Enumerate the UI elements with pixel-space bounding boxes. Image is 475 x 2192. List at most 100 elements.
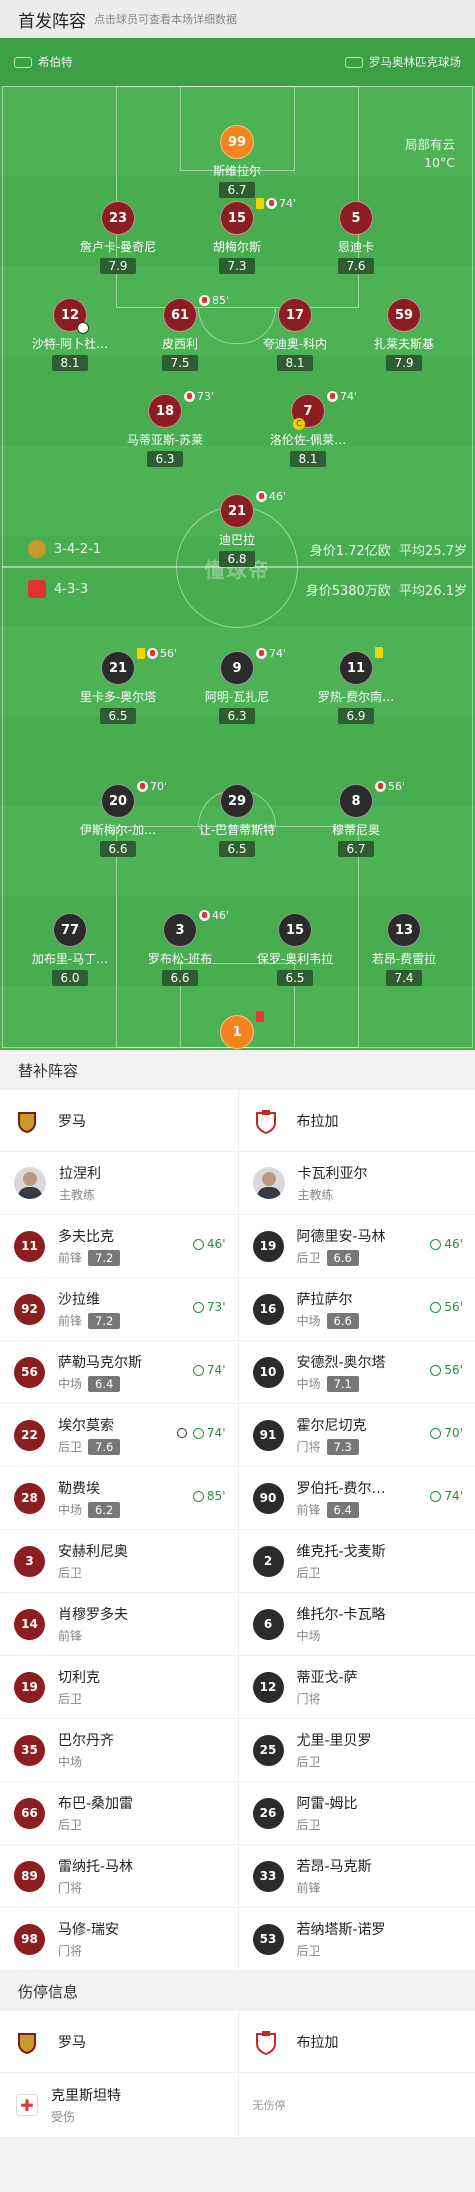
- home-sub-98[interactable]: 98 马修-瑞安 门将: [0, 1908, 238, 1970]
- sub-in-time: 56': [430, 1363, 463, 1377]
- player-rating: 6.5: [100, 708, 136, 724]
- home-player-59[interactable]: 59 扎莱夫斯基 7.9: [339, 298, 469, 371]
- home-sub-14[interactable]: 14 肖穆罗多夫 前锋: [0, 1593, 238, 1655]
- sub-in-icon: [192, 1427, 204, 1439]
- home-sub-28[interactable]: 28 勒费埃 中场 6.2 85': [0, 1467, 238, 1529]
- injured-player[interactable]: ✚ 克里斯坦特 受伤: [0, 2073, 238, 2137]
- home-player-7[interactable]: 7 74' C 洛伦佐-佩莱… 8.1: [243, 390, 373, 467]
- away-player-21[interactable]: 21 56' 里卡多-奥尔塔 6.5: [53, 647, 183, 724]
- substitution-icon: [184, 391, 195, 402]
- away-team-header: 布拉加: [237, 1090, 475, 1151]
- sub-position: 后卫: [297, 1753, 372, 1770]
- sub-position: 前锋: [58, 1627, 128, 1644]
- player-rating: 8.1: [277, 355, 313, 371]
- player-number-badge: 20: [101, 784, 135, 818]
- away-sub-16[interactable]: 16 萨拉萨尔 中场 6.6 56': [237, 1278, 475, 1340]
- away-sub-19[interactable]: 19 阿德里安-马林 后卫 6.6 46': [237, 1215, 475, 1277]
- home-sub-89[interactable]: 89 雷纳托-马林 门将: [0, 1845, 238, 1907]
- away-player-8[interactable]: 8 56' 穆蒂尼奥 6.7: [291, 780, 421, 857]
- home-coach[interactable]: 拉涅利 主教练: [0, 1152, 238, 1214]
- away-sub-53[interactable]: 53 若纳塔斯-诺罗 后卫: [237, 1908, 475, 1970]
- sub-row: 66 布巴-桑加雷 后卫 26 阿雷-姆比 后卫: [0, 1782, 475, 1845]
- event-minute: 85': [212, 294, 230, 307]
- away-player-13[interactable]: 13 若昂-费雷拉 7.4: [339, 913, 469, 986]
- away-player-29[interactable]: 29 让-巴普蒂斯特 6.5: [172, 784, 302, 857]
- home-player-15[interactable]: 15 74' 胡梅尔斯 7.3: [172, 197, 302, 274]
- home-formation: 3-4-2-1: [54, 541, 102, 557]
- sub-in-icon: [430, 1490, 442, 1502]
- sub-position: 中场: [297, 1627, 386, 1644]
- sub-position-text: 中场: [58, 1755, 83, 1769]
- sub-in-time: 70': [430, 1426, 463, 1440]
- sub-name: 沙拉维: [58, 1292, 100, 1308]
- player-number-badge: 5: [339, 201, 373, 235]
- home-sub-66[interactable]: 66 布巴-桑加雷 后卫: [0, 1782, 238, 1844]
- sub-row: 22 埃尔莫索 后卫 7.6 74' 91 霍尔尼切克 门将 7.3 70': [0, 1404, 475, 1467]
- away-sub-6[interactable]: 6 维托尔-卡瓦略 中场: [237, 1593, 475, 1655]
- home-player-18[interactable]: 18 73' 马蒂亚斯-苏莱 6.3: [100, 390, 230, 467]
- player-rating: 8.1: [52, 355, 88, 371]
- home-player-23[interactable]: 23 詹卢卡-曼奇尼 7.9: [53, 201, 183, 274]
- player-name: 扎莱夫斯基: [373, 337, 434, 351]
- away-player-1[interactable]: 1马特乌斯-马…7.3: [172, 1011, 302, 1050]
- player-event: 74': [256, 647, 286, 660]
- home-value: 身价1.72亿欧: [309, 544, 391, 559]
- player-name: 让-巴普蒂斯特: [198, 823, 276, 837]
- page-title: 首发阵容: [18, 11, 86, 32]
- away-player-9[interactable]: 9 74' 阿明-瓦扎尼 6.3: [172, 647, 302, 724]
- home-sub-3[interactable]: 3 安赫利尼奥 后卫: [0, 1530, 238, 1592]
- sub-name: 雷纳托-马林: [58, 1859, 134, 1875]
- away-sub-26[interactable]: 26 阿雷-姆比 后卫: [237, 1782, 475, 1844]
- away-sub-33[interactable]: 33 若昂-马克斯 前锋: [237, 1845, 475, 1907]
- home-team-header: 罗马: [0, 1090, 238, 1151]
- sub-position: 门将: [297, 1690, 358, 1707]
- home-player-99[interactable]: 99 斯维拉尔 6.7: [172, 125, 302, 198]
- braga-logo-icon: [253, 1108, 279, 1134]
- sub-position-text: 后卫: [296, 1755, 321, 1769]
- away-player-3[interactable]: 3 46' 罗布松-班布 6.6: [115, 909, 245, 986]
- coach-role: 主教练: [59, 1188, 96, 1202]
- away-sub-91[interactable]: 91 霍尔尼切克 门将 7.3 70': [237, 1404, 475, 1466]
- sub-position: 后卫 6.6: [297, 1249, 386, 1266]
- subs-grid: 罗马 布拉加 拉涅利 主教练 卡瓦利亚尔 主教练 11 多夫比克 前锋 7.2 46' 19 阿…: [0, 1090, 475, 1971]
- sub-position: 前锋 7.2: [58, 1312, 121, 1329]
- player-number-badge: 23: [101, 201, 135, 235]
- sub-in-time: 73': [192, 1300, 226, 1314]
- away-player-20[interactable]: 20 70' 伊斯梅尔-加… 6.6: [53, 780, 183, 857]
- away-coach[interactable]: 卡瓦利亚尔 主教练: [237, 1152, 475, 1214]
- home-sub-92[interactable]: 92 沙拉维 前锋 7.2 73': [0, 1278, 238, 1340]
- sub-name: 马修-瑞安: [58, 1922, 120, 1938]
- sub-minute: 74': [444, 1489, 463, 1503]
- sub-position-text: 前锋: [58, 1629, 83, 1643]
- player-number-badge: 15: [220, 201, 254, 235]
- home-sub-56[interactable]: 56 萨勒马克尔斯 中场 6.4 74': [0, 1341, 238, 1403]
- sub-name: 蒂亚戈-萨: [296, 1670, 358, 1686]
- away-sub-25[interactable]: 25 尤里-里贝罗 后卫: [237, 1719, 475, 1781]
- home-sub-11[interactable]: 11 多夫比克 前锋 7.2 46': [0, 1215, 238, 1277]
- substitution-icon: [266, 198, 277, 209]
- player-event: 70': [137, 780, 167, 793]
- away-sub-2[interactable]: 2 维克托-戈麦斯 后卫: [237, 1530, 475, 1592]
- home-player-21[interactable]: 21 46' 迪巴拉 6.8: [172, 490, 302, 567]
- home-sub-22[interactable]: 22 埃尔莫索 后卫 7.6 74': [0, 1404, 238, 1466]
- home-player-61[interactable]: 61 85' 皮西利 7.5: [115, 294, 245, 371]
- player-name: 詹卢卡-曼奇尼: [79, 240, 157, 254]
- sub-position-text: 后卫: [296, 1944, 321, 1958]
- lineup-header: 首发阵容 点击球员可查看本场详细数据: [0, 0, 475, 38]
- yellow-card-icon: [256, 198, 264, 209]
- away-sub-90[interactable]: 90 罗伯托-费尔… 前锋 6.4 74': [237, 1467, 475, 1529]
- home-sub-19[interactable]: 19 切利克 后卫: [0, 1656, 238, 1718]
- away-sub-10[interactable]: 10 安德烈-奥尔塔 中场 7.1 56': [237, 1341, 475, 1403]
- sub-rating: 7.6: [88, 1438, 121, 1455]
- player-rating: 6.6: [100, 841, 136, 857]
- referee-icon: [14, 56, 32, 68]
- referee-name: 希伯特: [38, 55, 73, 69]
- sub-number-badge: 11: [14, 1230, 45, 1262]
- sub-position-text: 中场: [58, 1503, 83, 1517]
- sub-in-time: 74': [430, 1489, 463, 1503]
- home-sub-35[interactable]: 35 巴尔丹齐 中场: [0, 1719, 238, 1781]
- sub-name: 萨拉萨尔: [296, 1292, 353, 1308]
- away-player-11[interactable]: 11 罗热-费尔南… 6.9: [291, 647, 421, 724]
- away-sub-12[interactable]: 12 蒂亚戈-萨 门将: [237, 1656, 475, 1718]
- home-player-5[interactable]: 5 恩迪卡 7.6: [291, 201, 421, 274]
